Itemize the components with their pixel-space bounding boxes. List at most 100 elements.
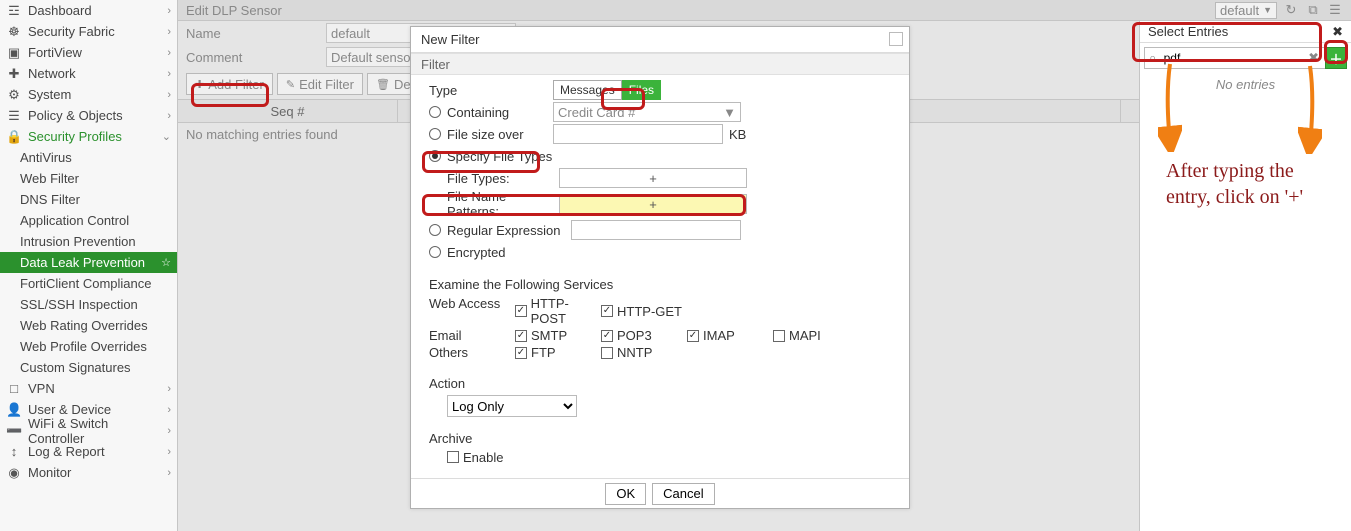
radio-containing[interactable]: Containing Credit Card #▼ xyxy=(429,101,899,123)
sidebar-subitem[interactable]: DNS Filter xyxy=(0,189,177,210)
close-icon[interactable]: ✖ xyxy=(1332,24,1343,40)
sidebar-subitem[interactable]: Web Filter xyxy=(0,168,177,189)
plus-icon: ✚ xyxy=(195,78,204,91)
type-messages[interactable]: Messages xyxy=(553,80,622,100)
sidebar-subitem[interactable]: Data Leak Prevention☆ xyxy=(0,252,177,273)
comment-label: Comment xyxy=(186,50,326,65)
sidebar-label: System xyxy=(28,87,167,102)
search-input[interactable] xyxy=(1158,49,1321,67)
nav-icon: ⚙ xyxy=(6,87,22,103)
sidebar-item[interactable]: ✚Network› xyxy=(0,63,177,84)
sidebar-label: Network xyxy=(28,66,167,81)
clear-icon[interactable]: ✖ xyxy=(1308,50,1319,66)
clone-icon[interactable]: ⧉ xyxy=(1305,2,1321,18)
sidebar-label: FortiView xyxy=(28,45,167,60)
sidebar-subitem[interactable]: AntiVirus xyxy=(0,147,177,168)
chk-ftp[interactable] xyxy=(515,347,527,359)
chevron-right-icon: › xyxy=(167,110,171,122)
filter-section-header: Filter xyxy=(411,53,909,75)
sidebar-item[interactable]: ☲Dashboard› xyxy=(0,0,177,21)
add-entry-button[interactable]: ＋ xyxy=(1325,47,1347,69)
sidebar-item[interactable]: □ VPN› xyxy=(0,378,177,399)
file-name-patterns-label: File Name Patterns: xyxy=(447,189,559,219)
archive-label: Archive xyxy=(429,431,899,446)
sidebar-item[interactable]: ◉Monitor› xyxy=(0,462,177,483)
sidebar-item[interactable]: ▣FortiView› xyxy=(0,42,177,63)
chk-http-post[interactable] xyxy=(515,305,527,317)
dialog-close-icon[interactable] xyxy=(889,32,903,46)
services-title: Examine the Following Services xyxy=(429,277,899,292)
sidebar-item[interactable]: ↕Log & Report› xyxy=(0,441,177,462)
file-types-add[interactable]: + xyxy=(559,168,747,188)
list-icon[interactable]: ☰ xyxy=(1327,2,1343,18)
sidebar-subitem[interactable]: Application Control xyxy=(0,210,177,231)
sidebar-label: Web Rating Overrides xyxy=(20,318,171,333)
sidebar-label: WiFi & Switch Controller xyxy=(28,416,167,446)
chk-http-get[interactable] xyxy=(601,305,613,317)
dialog-title: New Filter xyxy=(421,32,480,47)
new-filter-dialog: New Filter Filter Type Messages Files Co… xyxy=(410,26,910,509)
pencil-icon: ✎ xyxy=(286,78,295,91)
radio-regex[interactable]: Regular Expression xyxy=(429,219,899,241)
profile-select[interactable]: default▼ xyxy=(1215,2,1277,19)
sidebar-label: AntiVirus xyxy=(20,150,171,165)
sidebar-subitem[interactable]: Web Rating Overrides xyxy=(0,315,177,336)
add-filter-button[interactable]: ✚Add Filter xyxy=(186,73,273,95)
search-box[interactable]: ⌕ xyxy=(1144,47,1326,69)
chk-pop3[interactable] xyxy=(601,330,613,342)
type-segment[interactable]: Messages Files xyxy=(553,80,661,100)
nav-icon: 👤 xyxy=(6,402,22,418)
sidebar-label: Web Filter xyxy=(20,171,171,186)
edit-filter-button[interactable]: ✎Edit Filter xyxy=(277,73,363,95)
sidebar-item[interactable]: ⚙ System› xyxy=(0,84,177,105)
sidebar-subitem[interactable]: Intrusion Prevention xyxy=(0,231,177,252)
chevron-right-icon: › xyxy=(167,89,171,101)
select-entries-title: Select Entries xyxy=(1148,24,1228,39)
radio-specify-file-types[interactable]: Specify File Types xyxy=(429,145,899,167)
chk-archive-enable[interactable] xyxy=(447,451,459,463)
sidebar-subitem[interactable]: Custom Signatures xyxy=(0,357,177,378)
file-size-input[interactable] xyxy=(553,124,723,144)
sidebar-label: Security Fabric xyxy=(28,24,167,39)
chk-imap[interactable] xyxy=(687,330,699,342)
trash-icon: 🗑 xyxy=(376,78,390,91)
chevron-right-icon: › xyxy=(167,425,171,437)
sidebar-item[interactable]: ☸Security Fabric› xyxy=(0,21,177,42)
select-entries-panel: Select Entries ✖ ⌕ ✖ ＋ No entries xyxy=(1139,21,1351,531)
refresh-icon[interactable]: ↻ xyxy=(1283,2,1299,18)
name-label: Name xyxy=(186,26,326,41)
radio-file-size[interactable]: File size over KB xyxy=(429,123,899,145)
cancel-button[interactable]: Cancel xyxy=(652,483,714,505)
containing-select[interactable]: Credit Card #▼ xyxy=(553,102,741,122)
sidebar-item[interactable]: ☰Policy & Objects› xyxy=(0,105,177,126)
sidebar: ☲ Dashboard › ☸ Security Fabric › ▣FortiView› ✚… xyxy=(0,0,178,531)
nav-icon: ✚ xyxy=(6,66,22,82)
sidebar-label: DNS Filter xyxy=(20,192,171,207)
sidebar-label: Policy & Objects xyxy=(28,108,167,123)
chk-nntp[interactable] xyxy=(601,347,613,359)
file-types-label: File Types: xyxy=(447,171,559,186)
type-files[interactable]: Files xyxy=(622,80,661,100)
sidebar-subitem[interactable]: FortiClient Compliance xyxy=(0,273,177,294)
sidebar-subitem[interactable]: Web Profile Overrides xyxy=(0,336,177,357)
sidebar-item[interactable]: ➖WiFi & Switch Controller› xyxy=(0,420,177,441)
chevron-right-icon: › xyxy=(167,404,171,416)
file-name-patterns-add[interactable]: + xyxy=(559,194,747,214)
sidebar-label: VPN xyxy=(28,381,167,396)
nav-icon: ☸ xyxy=(6,24,22,40)
radio-encrypted[interactable]: Encrypted xyxy=(429,241,899,263)
ok-button[interactable]: OK xyxy=(605,483,646,505)
nav-icon: ☲ xyxy=(6,3,22,19)
chevron-right-icon: › xyxy=(167,383,171,395)
chk-mapi[interactable] xyxy=(773,330,785,342)
sidebar-item-security-profiles[interactable]: 🔒 Security Profiles ⌄ xyxy=(0,126,177,147)
chk-smtp[interactable] xyxy=(515,330,527,342)
nav-icon: □ xyxy=(6,381,22,396)
sidebar-label: SSL/SSH Inspection xyxy=(20,297,171,312)
chevron-right-icon: › xyxy=(167,446,171,458)
sidebar-subitem[interactable]: SSL/SSH Inspection xyxy=(0,294,177,315)
regex-input[interactable] xyxy=(571,220,741,240)
action-select[interactable]: Log Only xyxy=(447,395,577,417)
sidebar-label: Dashboard xyxy=(28,3,167,18)
sidebar-label: Monitor xyxy=(28,465,167,480)
